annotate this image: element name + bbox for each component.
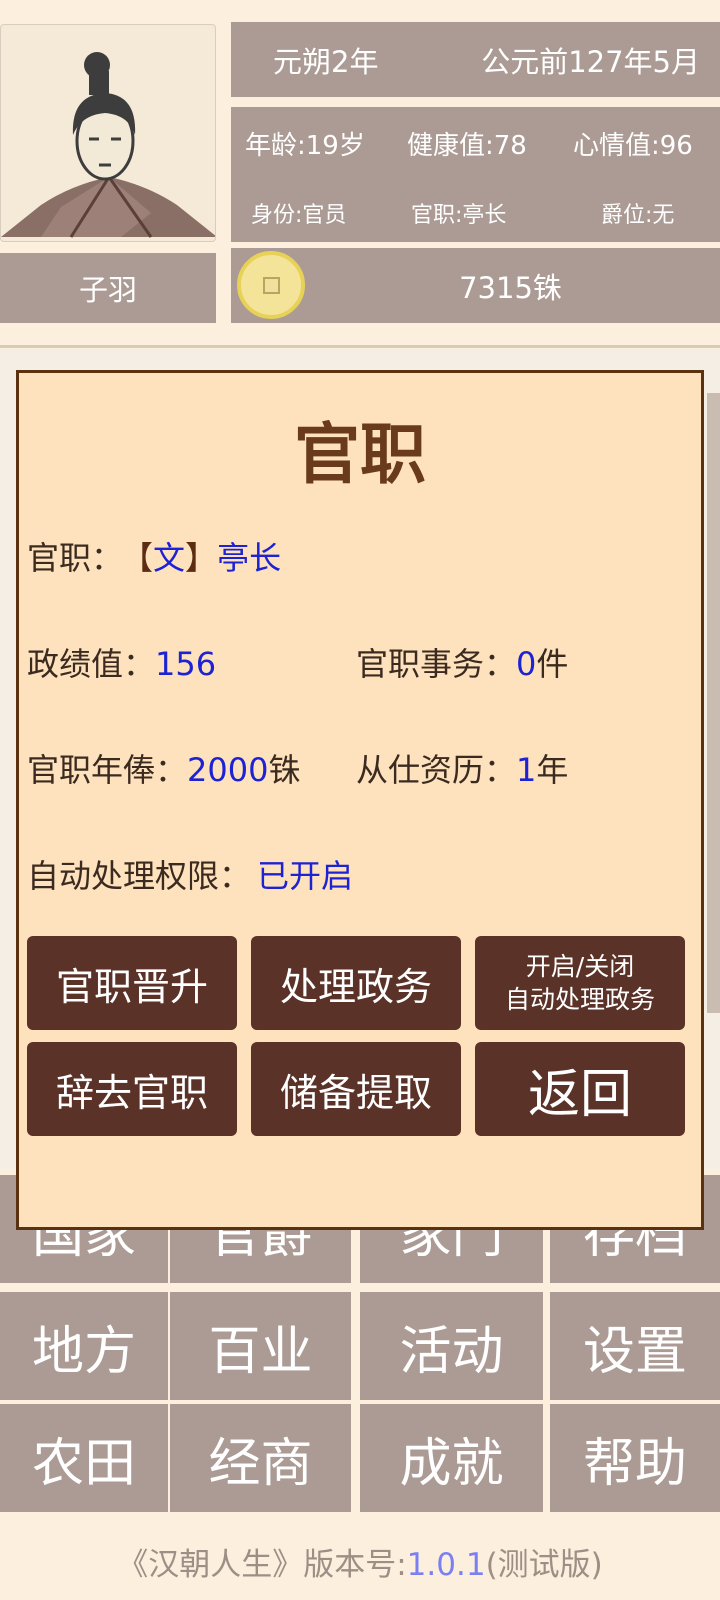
menu-achievement-button[interactable]: 成就 [360,1404,543,1512]
mood-stat: 心情值:96 [573,131,693,161]
office-type: 文 [153,539,186,577]
era-year: 元朔2年 [273,44,379,79]
affairs-row: 官职事务：0件 [356,639,568,685]
office-name: 亭长 [217,539,282,577]
character-avatar-icon [1,52,215,238]
auto-permission-row: 自动处理权限： 已开启 [27,851,353,897]
money-amount: 7315铢 [459,270,562,305]
stats-panel: 年龄:19岁 健康值:78 心情值:96 身份:官员 官职:亭长 爵位:无 [231,107,720,242]
salary-label: 官职年俸： [27,751,188,789]
merit-label: 政绩值： [27,645,156,683]
salary-unit: 铢 [268,751,301,789]
toggle-auto-line1: 开启/关闭 [525,952,635,981]
menu-help-button[interactable]: 帮助 [550,1404,720,1512]
salary-row: 官职年俸：2000铢 [27,745,300,791]
reserve-withdraw-button[interactable]: 储备提取 [251,1042,461,1136]
promote-button[interactable]: 官职晋升 [27,936,237,1030]
menu-farm-button[interactable]: 农田 [0,1404,168,1512]
calendar-date: 公元前127年5月 [481,44,700,79]
scrollbar[interactable] [707,393,720,1013]
resign-button[interactable]: 辞去官职 [27,1042,237,1136]
menu-local-button[interactable]: 地方 [0,1292,168,1400]
affairs-label: 官职事务： [356,645,517,683]
affairs-value: 0 [516,645,537,683]
version-footer: 《汉朝人生》版本号:1.0.1(测试版) [0,1539,720,1584]
version-number: 1.0.1 [406,1547,486,1583]
merit-row: 政绩值：156 [27,639,216,685]
merit-value: 156 [155,645,217,683]
office-row: 官职： 【文】亭长 [27,533,281,579]
character-portrait[interactable] [0,24,216,242]
tenure-row: 从仕资历：1年 [356,745,568,791]
tenure-label: 从仕资历： [356,751,517,789]
handle-affairs-button[interactable]: 处理政务 [251,936,461,1030]
auto-permission-value: 已开启 [257,857,354,895]
health-stat: 健康值:78 [407,131,527,161]
affairs-unit: 件 [536,645,569,683]
toggle-auto-line2: 自动处理政务 [504,985,655,1014]
money-bar: 7315铢 [231,248,720,323]
tenure-unit: 年 [536,751,569,789]
menu-industry-button[interactable]: 百业 [170,1292,351,1400]
age-stat: 年龄:19岁 [245,131,365,161]
position-stat: 官职:亭长 [411,203,507,228]
identity-stat: 身份:官员 [251,203,347,228]
menu-trade-button[interactable]: 经商 [170,1404,351,1512]
menu-activity-button[interactable]: 活动 [360,1292,543,1400]
office-bracket-close: 】 [185,539,218,577]
footer-prefix: 《汉朝人生》版本号: [117,1547,407,1583]
tenure-value: 1 [516,751,537,789]
toggle-auto-button[interactable]: 开启/关闭 自动处理政务 [475,936,685,1030]
office-label: 官职： [27,539,124,577]
footer-suffix: (测试版) [485,1547,603,1583]
office-dialog: 官职 官职： 【文】亭长 政绩值：156 官职事务：0件 官职年俸：2000铢 从… [16,370,704,1230]
dialog-title: 官职 [294,416,426,493]
auto-permission-label: 自动处理权限： [27,857,252,895]
date-bar: 元朔2年 公元前127年5月 [231,22,720,97]
nobility-stat: 爵位:无 [601,203,675,228]
back-button[interactable]: 返回 [475,1042,685,1136]
menu-settings-button[interactable]: 设置 [550,1292,720,1400]
character-name: 子羽 [0,253,216,323]
office-bracket-open: 【 [137,539,154,577]
salary-value: 2000 [187,751,269,789]
header-divider [0,345,720,348]
